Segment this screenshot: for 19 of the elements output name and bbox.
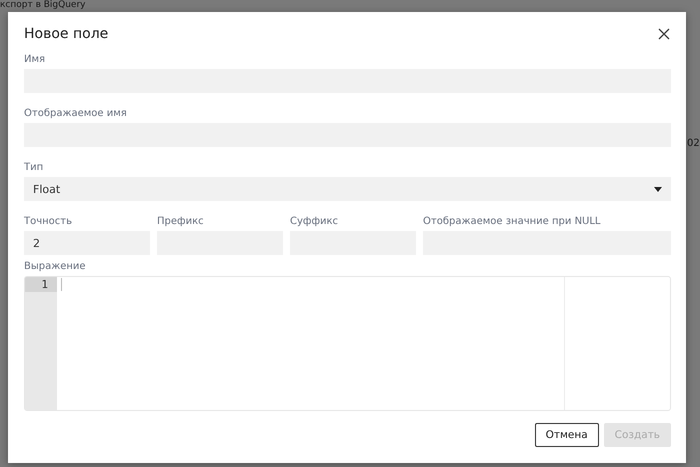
field-label: Имя (24, 53, 46, 67)
dialog-title: Новое поле (24, 26, 108, 42)
text-cursor (61, 278, 62, 291)
field-label: Отображаемое значние при NULL (423, 215, 602, 229)
field-label: Префикс (157, 215, 205, 229)
line-number: 1 (25, 277, 57, 292)
field-label: Отображаемое имя (24, 107, 128, 121)
cancel-button[interactable]: Отмена (534, 423, 599, 447)
code-editor[interactable]: 1 (24, 276, 671, 411)
type-select[interactable]: Float (24, 177, 671, 201)
field-label: Выражение (24, 260, 87, 274)
input-field[interactable]: 2 (24, 231, 150, 255)
page-title: кспорт в BigQuery (0, 0, 86, 11)
close-icon[interactable] (657, 27, 671, 41)
table-cell: 02 (687, 138, 700, 149)
field-label: Тип (24, 161, 44, 175)
field-label: Суффикс (290, 215, 340, 229)
field-label: Точность (24, 215, 74, 229)
caret-icon (654, 186, 662, 192)
